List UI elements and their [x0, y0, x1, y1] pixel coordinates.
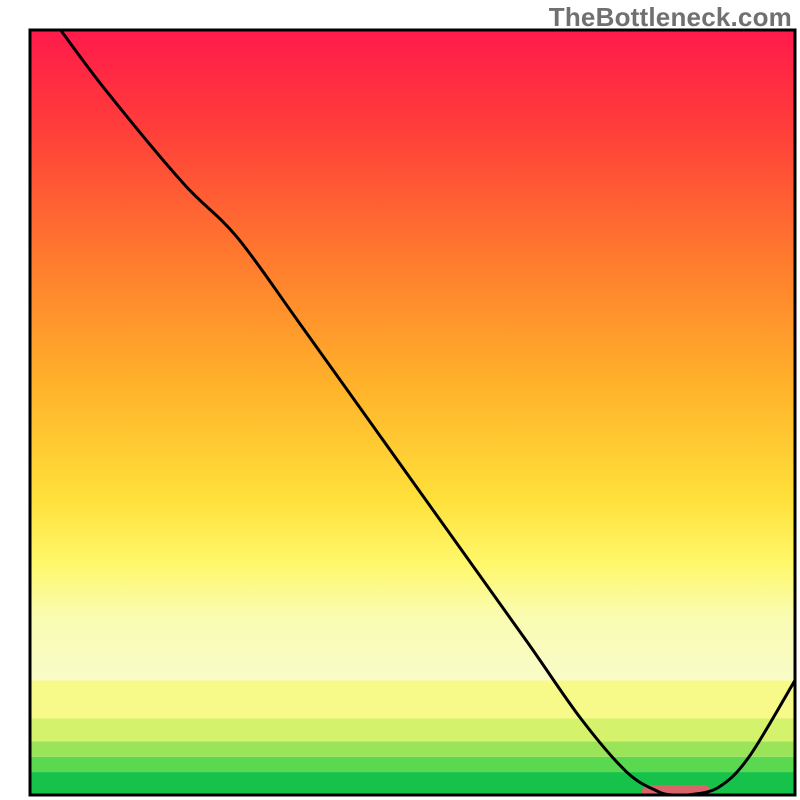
background-band: [30, 680, 795, 718]
background-band: [30, 741, 795, 756]
chart-canvas: [0, 0, 800, 800]
background-band: [30, 757, 795, 772]
background-band: [30, 30, 795, 680]
background-band: [30, 719, 795, 742]
watermark-label: TheBottleneck.com: [549, 2, 792, 33]
bottleneck-chart: TheBottleneck.com: [0, 0, 800, 800]
